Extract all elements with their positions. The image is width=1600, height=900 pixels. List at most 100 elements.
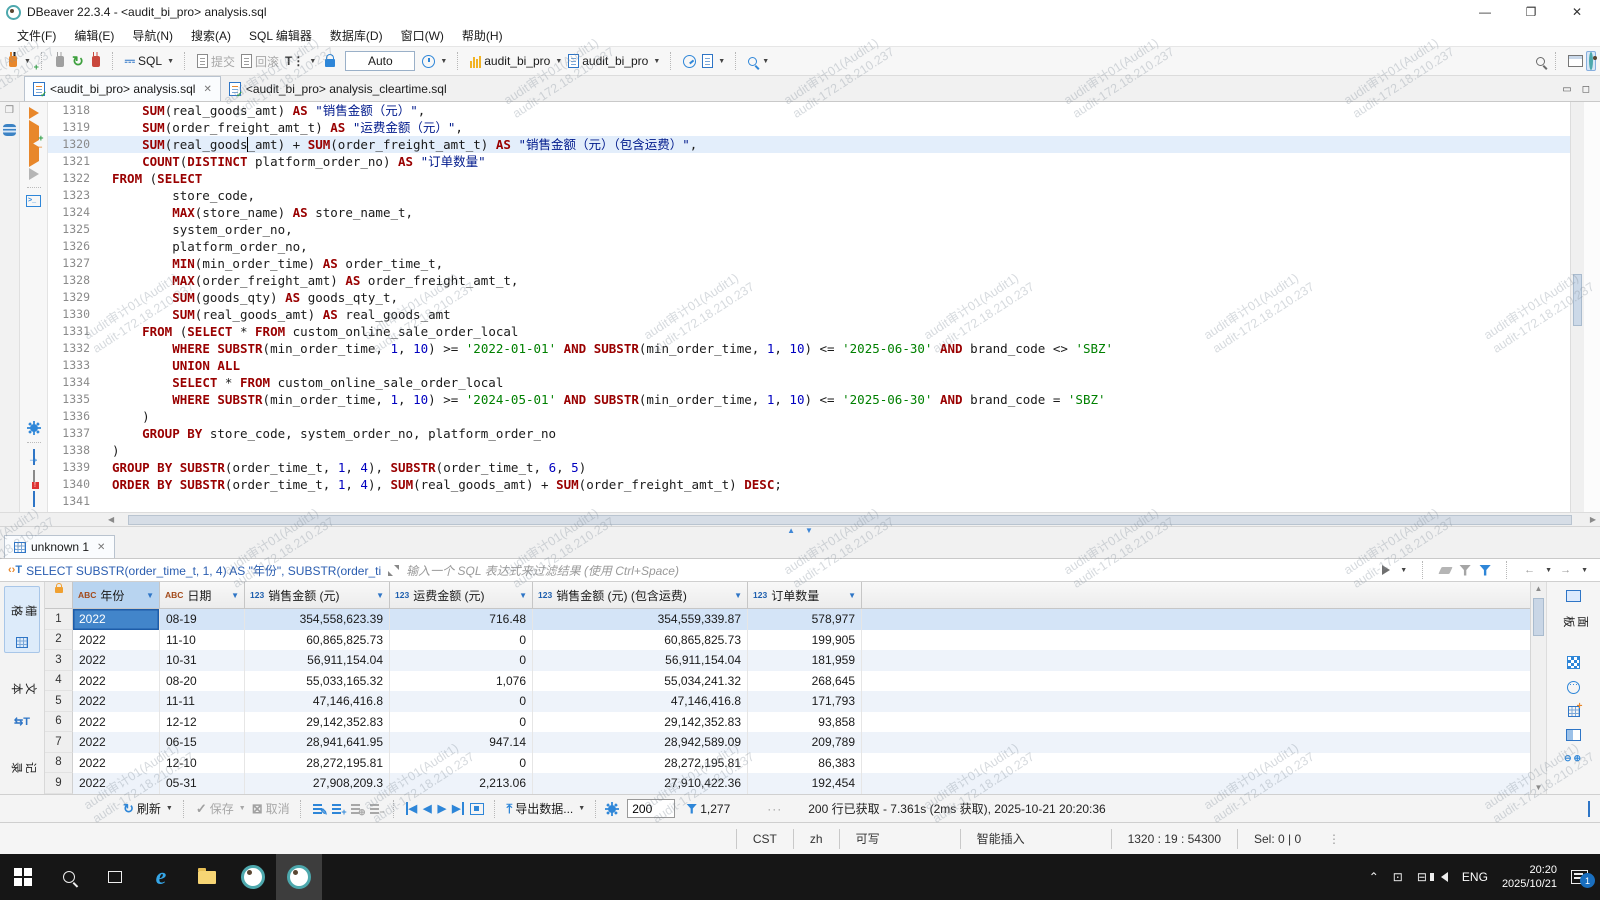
sql-line[interactable]: 1334 SELECT * FROM custom_online_sale_or… (48, 374, 1570, 391)
column-filter-icon[interactable]: ▼ (848, 591, 856, 600)
grid-cell[interactable]: 47,146,416.8 (533, 691, 748, 712)
column-header[interactable]: 123 销售金额 (元) (包含运费) ▼ (533, 582, 748, 609)
reconnect-button[interactable]: ↻ (69, 53, 87, 69)
panel-sash[interactable]: ▲ ▼ (0, 526, 1600, 535)
explain-plan-button[interactable] (28, 168, 39, 180)
grid-cell[interactable]: 2022 (73, 711, 160, 732)
editor-vertical-scrollbar[interactable] (1570, 102, 1584, 512)
open-perspective-button[interactable] (1565, 53, 1586, 69)
editor-horizontal-scrollbar[interactable]: ◀ ▶ (0, 512, 1600, 526)
grid-cell[interactable]: 716.48 (390, 609, 533, 630)
grid-cell[interactable]: 2022 (73, 752, 160, 773)
scrollbar-thumb[interactable] (128, 514, 1572, 525)
speaker-icon[interactable] (1429, 872, 1448, 882)
row-number[interactable]: 1 (45, 609, 73, 630)
table-row[interactable]: 9 2022 05-31 27,908,209.3 2,213.06 27,910,422… (45, 773, 1530, 794)
grid-cell[interactable]: 2,213.06 (390, 773, 533, 794)
filters-history-forward-icon[interactable]: → (1560, 564, 1571, 576)
sql-line[interactable]: 1323 store_code, (48, 187, 1570, 204)
grid-cell[interactable]: 11-11 (160, 691, 245, 712)
maximize-editor-icon[interactable]: ◻ (1582, 84, 1590, 95)
status-caret-position[interactable]: 1320 : 19 : 54300 (1112, 832, 1237, 846)
sql-line[interactable]: 1322 FROM (SELECT (48, 170, 1570, 187)
export-data-button[interactable]: ⤒ 导出数据... ▼ (504, 798, 589, 819)
close-results-tab-icon[interactable]: ✕ (97, 542, 105, 553)
panels-toggle[interactable]: 面板 (1562, 590, 1588, 644)
edit-cell-button[interactable]: ✎ (310, 801, 329, 817)
sql-line[interactable]: 1337 GROUP BY store_code, system_order_n… (48, 425, 1570, 442)
column-header[interactable]: 123 运费金额 (元) ▼ (390, 582, 533, 609)
view-tab-grid[interactable]: 栅格 (4, 586, 40, 653)
grid-cell[interactable]: 55,034,241.32 (533, 670, 748, 691)
menu-database[interactable]: 数据库(D) (321, 25, 392, 46)
filter-query-text[interactable]: SELECT SUBSTR(order_time_t, 1, 4) AS "年份… (26, 562, 381, 579)
metadata-panel-icon[interactable] (1567, 701, 1583, 717)
database-selector[interactable]: audit_bi_pro ▼ (565, 52, 663, 70)
export-result-icon[interactable]: → (28, 449, 40, 465)
grid-cell[interactable]: 11-10 (160, 629, 245, 650)
column-filter-icon[interactable]: ▼ (376, 591, 384, 600)
commit-button[interactable]: 提交 (194, 51, 238, 72)
grid-cell[interactable]: 28,272,195.81 (533, 752, 748, 773)
transaction-mode-button[interactable]: T⋮ ▼ (282, 52, 319, 70)
row-number[interactable]: 7 (45, 732, 73, 753)
execute-new-tab-button[interactable]: + (28, 120, 44, 146)
save-report-icon[interactable] (1588, 800, 1600, 817)
grid-cell[interactable]: 0 (390, 711, 533, 732)
execute-statement-button[interactable] (28, 107, 39, 119)
sql-console-button[interactable]: >_ (26, 195, 41, 207)
sql-line[interactable]: 1335 WHERE SUBSTR(min_order_time, 1, 10)… (48, 391, 1570, 408)
delete-row-button[interactable]: − (367, 801, 386, 817)
sql-line[interactable]: 1336 ) (48, 408, 1570, 425)
filter-input[interactable]: 输入一个 SQL 表达式来过滤结果 (使用 Ctrl+Space) (406, 562, 1382, 579)
table-row[interactable]: 3 2022 10-31 56,911,154.04 0 56,911,154.04 181… (45, 650, 1530, 671)
grid-cell[interactable]: 2022 (73, 609, 160, 630)
sql-line[interactable]: 1328 MAX(order_freight_amt) AS order_fre… (48, 272, 1570, 289)
task-button[interactable]: ▼ (699, 52, 728, 70)
grid-cell[interactable]: 06-15 (160, 732, 245, 753)
dbeaver-taskbar-button[interactable] (230, 854, 276, 900)
grid-cell[interactable]: 28,272,195.81 (245, 752, 390, 773)
grid-cell[interactable]: 181,959 (748, 650, 862, 671)
column-header[interactable]: 123 订单数量 ▼ (748, 582, 862, 609)
dbeaver-perspective-button[interactable] (1586, 51, 1596, 71)
panel-layout-icon[interactable] (1566, 729, 1581, 741)
scrollbar-thumb[interactable] (1533, 598, 1544, 636)
column-filter-icon[interactable]: ▼ (231, 591, 239, 600)
sql-line[interactable]: 1325 system_order_no, (48, 221, 1570, 238)
status-insert-mode[interactable]: 智能插入 (961, 830, 1111, 847)
grid-cell[interactable]: 354,559,339.87 (533, 609, 748, 630)
row-count-indicator[interactable]: 1,277 (683, 800, 733, 818)
sql-line[interactable]: 1330 SUM(real_goods_amt) AS real_goods_a… (48, 306, 1570, 323)
sash-up-icon[interactable]: ▲ (787, 527, 795, 535)
close-tab-icon[interactable]: ✕ (203, 84, 211, 95)
grid-cell[interactable]: 209,789 (748, 732, 862, 753)
grid-cell[interactable]: 354,558,623.39 (245, 609, 390, 630)
start-button[interactable] (0, 854, 46, 900)
action-center-icon[interactable]: 1 (1571, 870, 1595, 888)
sql-line[interactable]: 1320 SUM(real_goods_amt) + SUM(order_fre… (48, 136, 1570, 153)
sql-line[interactable]: 1332 WHERE SUBSTR(min_order_time, 1, 10)… (48, 340, 1570, 357)
disconnect-button[interactable] (87, 51, 105, 69)
grid-cell[interactable]: 60,865,825.73 (533, 629, 748, 650)
input-language-indicator[interactable]: ENG (1462, 870, 1488, 884)
grid-cell[interactable]: 29,142,352.83 (533, 711, 748, 732)
scroll-right-icon[interactable]: ▶ (1586, 515, 1600, 524)
grid-cell[interactable]: 08-19 (160, 609, 245, 630)
grid-cell[interactable]: 86,383 (748, 752, 862, 773)
grid-cell[interactable]: 55,033,165.32 (245, 670, 390, 691)
row-number[interactable]: 5 (45, 691, 73, 712)
quick-search-button[interactable]: ▼ (745, 55, 772, 68)
grid-cell[interactable]: 2022 (73, 629, 160, 650)
row-number[interactable]: 3 (45, 650, 73, 671)
minimize-editor-icon[interactable]: ▭ (1562, 84, 1571, 95)
scroll-up-icon[interactable]: ▲ (1535, 584, 1543, 593)
row-number[interactable]: 8 (45, 752, 73, 773)
minimize-button[interactable]: — (1462, 0, 1508, 24)
grid-settings-button[interactable] (605, 801, 620, 816)
first-page-button[interactable]: ◀ (403, 800, 420, 817)
menu-window[interactable]: 窗口(W) (392, 25, 453, 46)
prev-page-button[interactable]: ◀ (420, 800, 434, 817)
row-number[interactable]: 4 (45, 670, 73, 691)
grid-cell[interactable]: 0 (390, 691, 533, 712)
